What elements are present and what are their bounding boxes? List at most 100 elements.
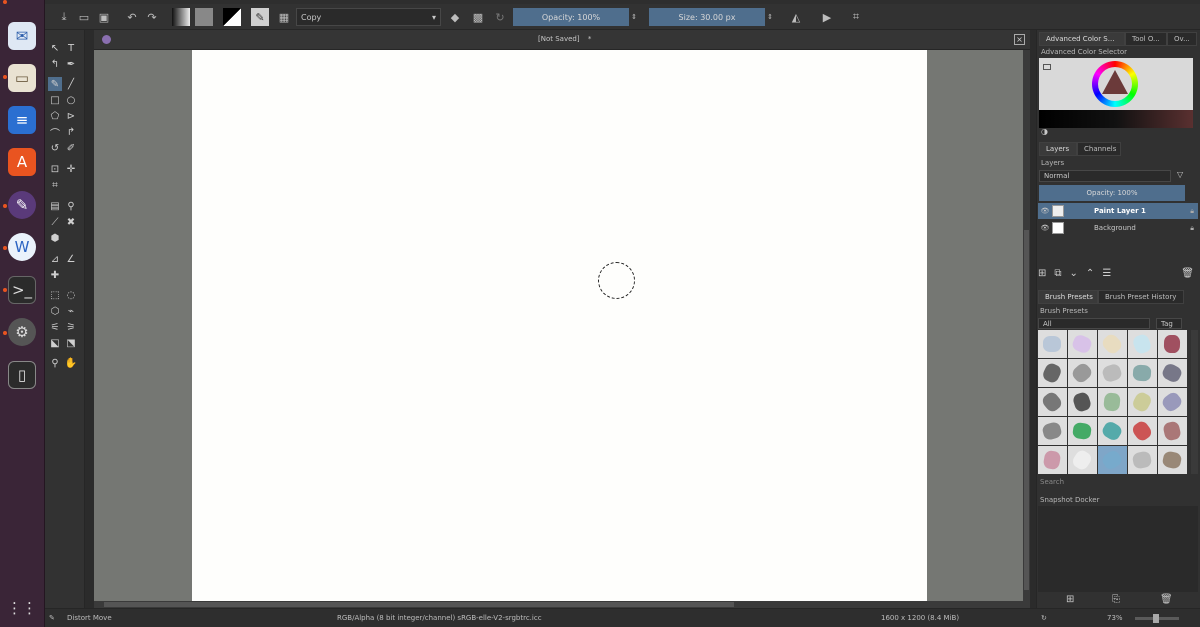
new-document-icon[interactable]: ⤓ bbox=[55, 8, 73, 26]
brush-preset-tile[interactable] bbox=[1038, 417, 1067, 445]
brush-preset-icon[interactable]: ✎ bbox=[251, 8, 269, 26]
terminal-icon[interactable]: >_ bbox=[8, 276, 36, 304]
layer-filter-icon[interactable]: ▽ bbox=[1177, 170, 1183, 179]
select-shapes-icon[interactable]: ↖ bbox=[48, 41, 62, 55]
reload-preset-icon[interactable]: ↻ bbox=[491, 8, 509, 26]
writer-icon[interactable]: ≡ bbox=[8, 106, 36, 134]
tab-layers[interactable]: Layers bbox=[1039, 142, 1077, 156]
transform-tool-icon[interactable]: ⊡ bbox=[48, 162, 62, 176]
thunderbird-icon[interactable]: ✉ bbox=[8, 22, 36, 50]
gradient-preset-icon[interactable] bbox=[172, 8, 190, 26]
krita-icon[interactable]: ✎ bbox=[8, 191, 36, 219]
save-icon[interactable]: ▣ bbox=[95, 8, 113, 26]
vertical-scrollbar[interactable] bbox=[1023, 50, 1030, 601]
layer-opacity-slider[interactable]: Opacity: 100% bbox=[1039, 185, 1185, 201]
size-slider[interactable]: Size: 30.00 px bbox=[649, 8, 765, 26]
open-document-icon[interactable]: ▭ bbox=[75, 8, 93, 26]
gradient-tool-icon[interactable]: ▤ bbox=[48, 199, 62, 213]
delete-layer-icon[interactable]: 🗑︎ bbox=[1181, 268, 1194, 282]
files-icon[interactable]: ▭ bbox=[8, 64, 36, 92]
move-layer-up-icon[interactable]: ⌃ bbox=[1086, 268, 1094, 282]
lock-icon[interactable]: 🔒︎ bbox=[1190, 224, 1194, 233]
layer-row-background[interactable]: 👁 Background 🔒︎ bbox=[1038, 220, 1198, 236]
dynamic-brush-icon[interactable]: ↺ bbox=[48, 141, 62, 155]
close-document-icon[interactable]: × bbox=[1014, 34, 1025, 45]
brush-preset-tile[interactable] bbox=[1068, 417, 1097, 445]
tab-overview[interactable]: Ov... bbox=[1167, 32, 1197, 46]
brush-preset-tile[interactable] bbox=[1158, 446, 1187, 474]
color-strip[interactable] bbox=[1039, 110, 1193, 128]
brush-preset-tile[interactable] bbox=[1098, 330, 1127, 358]
show-apps-icon[interactable]: ⋮⋮ bbox=[7, 594, 37, 622]
freehand-path-icon[interactable]: ↱ bbox=[64, 125, 78, 139]
app-center-icon[interactable]: A bbox=[8, 148, 36, 176]
brush-preset-tile[interactable] bbox=[1098, 359, 1127, 387]
colorize-mask-icon[interactable]: ⟋ bbox=[48, 215, 62, 229]
eye-icon[interactable]: 👁 bbox=[1038, 224, 1052, 232]
brush-preset-tile[interactable] bbox=[1158, 330, 1187, 358]
reference-tool-icon[interactable]: ✚ bbox=[48, 268, 62, 282]
contiguous-select-icon[interactable]: ⚟ bbox=[48, 320, 62, 334]
brush-preset-tile[interactable] bbox=[1068, 330, 1097, 358]
color-history-icon[interactable]: ◑ bbox=[1041, 127, 1048, 136]
brush-preset-tile[interactable] bbox=[1128, 330, 1157, 358]
magnetic-select-icon[interactable]: ⬔ bbox=[64, 336, 78, 350]
brush-preset-tile[interactable] bbox=[1038, 446, 1067, 474]
brush-search-input[interactable]: Search bbox=[1040, 478, 1064, 486]
brush-preset-tile[interactable] bbox=[1128, 446, 1157, 474]
rotation-icon[interactable]: ↻ bbox=[1041, 614, 1047, 622]
zoom-slider-handle[interactable] bbox=[1153, 614, 1159, 623]
brush-preset-tile[interactable] bbox=[1068, 446, 1097, 474]
multibrush-icon[interactable]: ✐ bbox=[64, 141, 78, 155]
brush-settings-icon[interactable]: ▦ bbox=[275, 8, 293, 26]
brush-filter-combo[interactable]: All bbox=[1038, 318, 1150, 329]
selector-settings-icon[interactable] bbox=[1043, 64, 1051, 70]
snapshot-switch-icon[interactable]: ⎘ bbox=[1112, 594, 1120, 605]
edit-shapes-icon[interactable]: ↰ bbox=[48, 57, 62, 71]
move-tool-icon[interactable]: ✛ bbox=[64, 162, 78, 176]
smart-patch-icon[interactable]: ✖ bbox=[64, 215, 78, 229]
polygon-select-icon[interactable]: ⬡ bbox=[48, 304, 62, 318]
layer-blend-combo[interactable]: Normal bbox=[1039, 170, 1171, 182]
brush-preset-tile[interactable] bbox=[1038, 330, 1067, 358]
line-tool-icon[interactable]: ╱ bbox=[64, 77, 78, 91]
brush-preset-tile[interactable] bbox=[1038, 359, 1067, 387]
assistant-tool-icon[interactable]: ⊿ bbox=[48, 252, 62, 266]
fill-tool-icon[interactable]: ⬢ bbox=[48, 231, 62, 245]
snapshot-add-icon[interactable]: ⊞ bbox=[1066, 594, 1074, 605]
brush-scrollbar[interactable] bbox=[1191, 330, 1198, 474]
opacity-slider[interactable]: Opacity: 100% bbox=[513, 8, 629, 26]
tab-brush-history[interactable]: Brush Preset History bbox=[1098, 290, 1184, 304]
freehand-select-icon[interactable]: ⌁ bbox=[64, 304, 78, 318]
brush-preset-tile[interactable] bbox=[1068, 359, 1097, 387]
text-tool-icon[interactable]: T bbox=[64, 41, 78, 55]
tab-advanced-color[interactable]: Advanced Color S... bbox=[1039, 32, 1125, 46]
brush-preset-tile[interactable] bbox=[1128, 417, 1157, 445]
color-picker-icon[interactable]: ⚲ bbox=[64, 199, 78, 213]
snapshot-delete-icon[interactable]: 🗑︎ bbox=[1160, 594, 1173, 605]
preserve-alpha-icon[interactable]: ▩ bbox=[469, 8, 487, 26]
size-spin-icon[interactable]: ⇕ bbox=[765, 8, 775, 26]
snapshot-list[interactable] bbox=[1038, 506, 1198, 592]
wrap-around-icon[interactable]: ⌗ bbox=[847, 8, 865, 26]
ellipse-select-icon[interactable]: ◌ bbox=[64, 288, 78, 302]
color-wheel[interactable] bbox=[1092, 61, 1138, 107]
tab-channels[interactable]: Channels bbox=[1077, 142, 1121, 156]
brush-preset-tile[interactable] bbox=[1098, 388, 1127, 416]
zoom-slider[interactable] bbox=[1135, 614, 1179, 623]
ellipse-tool-icon[interactable]: ○ bbox=[64, 93, 78, 107]
opacity-spin-icon[interactable]: ⇕ bbox=[629, 8, 639, 26]
add-layer-icon[interactable]: ⊞ bbox=[1038, 268, 1046, 282]
zoom-tool-icon[interactable]: ⚲ bbox=[48, 356, 62, 370]
brush-preset-tile[interactable] bbox=[1128, 388, 1157, 416]
pattern-preset-icon[interactable] bbox=[195, 8, 213, 26]
duplicate-layer-icon[interactable]: ⧉ bbox=[1054, 268, 1061, 282]
canvas-paper[interactable] bbox=[192, 50, 927, 601]
bezier-tool-icon[interactable]: ⌒ bbox=[48, 125, 62, 140]
settings-icon[interactable]: ⚙ bbox=[8, 318, 36, 346]
fg-bg-color-icon[interactable] bbox=[223, 8, 241, 26]
brush-preset-tile[interactable] bbox=[1098, 417, 1127, 445]
tab-tool-options[interactable]: Tool O... bbox=[1125, 32, 1167, 46]
layer-row-paint[interactable]: 👁 Paint Layer 1 🔒︎ bbox=[1038, 203, 1198, 219]
pan-tool-icon[interactable]: ✋ bbox=[64, 356, 78, 370]
